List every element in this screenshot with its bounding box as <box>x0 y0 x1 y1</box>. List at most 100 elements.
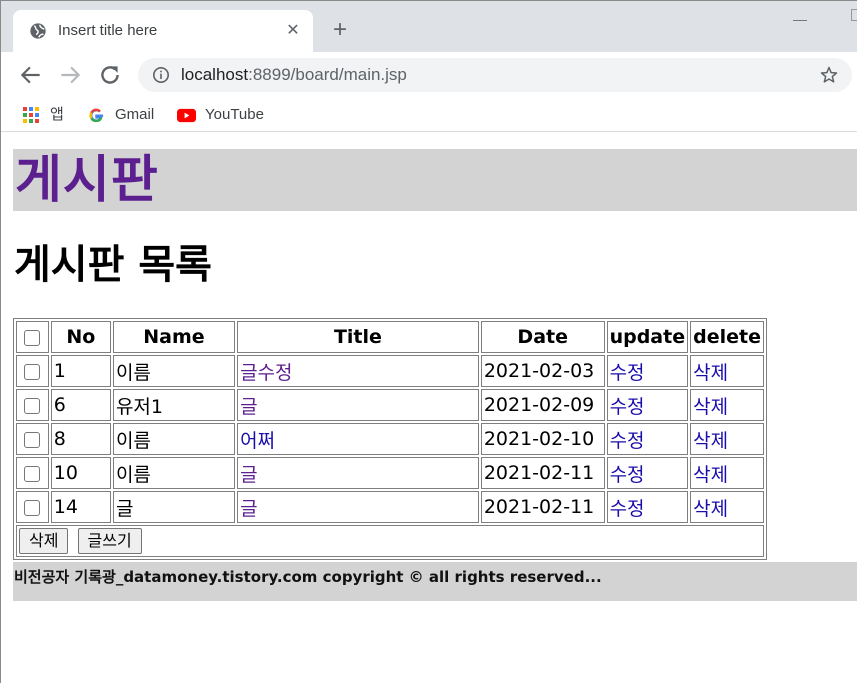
bookmark-gmail[interactable]: Gmail <box>88 105 163 125</box>
post-date: 2021-02-11 <box>480 457 605 489</box>
url-text[interactable]: localhost:8899/board/main.jsp <box>181 65 407 85</box>
actions-row: 삭제 글쓰기 <box>16 525 764 557</box>
table-row: 14 글 글 2021-02-11 수정 삭제 <box>16 491 764 523</box>
post-no: 10 <box>50 457 111 489</box>
url-path: :8899/board/main.jsp <box>248 65 407 84</box>
delete-cell: 삭제 <box>690 491 764 523</box>
close-tab-icon[interactable]: ✕ <box>285 22 301 38</box>
table-header-row: No Name Title Date update delete <box>16 321 764 353</box>
delete-link[interactable]: 삭제 <box>693 362 728 384</box>
browser-toolbar: localhost:8899/board/main.jsp <box>1 52 857 98</box>
row-select-cell <box>16 355 49 387</box>
post-date: 2021-02-10 <box>480 423 605 455</box>
bookmark-apps[interactable]: 앱 <box>23 105 68 125</box>
post-no: 14 <box>50 491 111 523</box>
site-header: 게시판 <box>13 149 857 211</box>
table-row: 6 유저1 글 2021-02-09 수정 삭제 <box>16 389 764 421</box>
post-title-cell: 글 <box>237 389 479 421</box>
column-header: Date <box>480 321 605 353</box>
new-tab-plus-icon[interactable]: + <box>329 18 351 42</box>
bookmark-star-icon[interactable] <box>819 65 839 85</box>
footer-text: 비전공자 기록광_datamoney.tistory.com copyright… <box>14 568 602 586</box>
table-row: 10 이름 글 2021-02-11 수정 삭제 <box>16 457 764 489</box>
post-title-link[interactable]: 글 <box>240 396 257 418</box>
row-checkbox[interactable] <box>24 499 40 516</box>
post-title-link[interactable]: 글 <box>240 464 257 486</box>
update-link[interactable]: 수정 <box>610 464 645 486</box>
apps-grid-icon <box>23 107 39 123</box>
delete-link[interactable]: 삭제 <box>693 498 728 520</box>
site-title: 게시판 <box>15 151 159 210</box>
delete-cell: 삭제 <box>690 355 764 387</box>
column-header: update <box>606 321 689 353</box>
update-link[interactable]: 수정 <box>610 430 645 452</box>
post-name: 유저1 <box>112 389 236 421</box>
post-title-link[interactable]: 글수정 <box>240 362 292 384</box>
post-title-cell: 글수정 <box>237 355 479 387</box>
post-name: 이름 <box>112 457 236 489</box>
actions-cell: 삭제 글쓰기 <box>16 525 764 557</box>
column-header: Name <box>112 321 236 353</box>
delete-link[interactable]: 삭제 <box>693 464 728 486</box>
delete-cell: 삭제 <box>690 389 764 421</box>
post-no: 1 <box>50 355 111 387</box>
board-table: No Name Title Date update delete 1 이름 글수… <box>13 318 767 560</box>
tab-strip: Insert title here ✕ + <box>1 0 857 53</box>
delete-link[interactable]: 삭제 <box>693 396 728 418</box>
update-cell: 수정 <box>606 423 689 455</box>
write-post-button[interactable]: 글쓰기 <box>77 528 142 554</box>
post-no: 8 <box>50 423 111 455</box>
row-checkbox[interactable] <box>24 363 40 380</box>
update-cell: 수정 <box>606 355 689 387</box>
forward-arrow-icon[interactable] <box>57 62 83 88</box>
update-cell: 수정 <box>606 457 689 489</box>
post-title-cell: 어쩌 <box>237 423 479 455</box>
column-header: No <box>50 321 111 353</box>
row-checkbox[interactable] <box>24 397 40 414</box>
update-cell: 수정 <box>606 491 689 523</box>
bookmark-label: YouTube <box>205 106 264 123</box>
reload-icon[interactable] <box>97 62 123 88</box>
update-link[interactable]: 수정 <box>610 362 645 384</box>
update-link[interactable]: 수정 <box>610 498 645 520</box>
select-all-checkbox[interactable] <box>24 329 41 346</box>
row-select-cell <box>16 389 49 421</box>
google-g-icon <box>89 108 104 123</box>
post-title-cell: 글 <box>237 491 479 523</box>
post-name: 이름 <box>112 355 236 387</box>
table-row: 1 이름 글수정 2021-02-03 수정 삭제 <box>16 355 764 387</box>
url-host: localhost <box>181 65 249 84</box>
post-date: 2021-02-03 <box>480 355 605 387</box>
column-header: delete <box>690 321 764 353</box>
post-title-link[interactable]: 글 <box>240 498 257 520</box>
post-name: 글 <box>112 491 236 523</box>
delete-cell: 삭제 <box>690 423 764 455</box>
column-header: Title <box>237 321 479 353</box>
info-icon[interactable] <box>152 66 170 84</box>
select-all-cell <box>16 321 49 353</box>
tab-title: Insert title here <box>58 22 158 39</box>
delete-cell: 삭제 <box>690 457 764 489</box>
maximize-window-icon[interactable] <box>851 9 857 21</box>
table-row: 8 이름 어쩌 2021-02-10 수정 삭제 <box>16 423 764 455</box>
post-title-cell: 글 <box>237 457 479 489</box>
site-footer: 비전공자 기록광_datamoney.tistory.com copyright… <box>13 562 857 601</box>
minimize-window-icon[interactable] <box>793 9 807 21</box>
browser-tab[interactable]: Insert title here ✕ <box>13 10 313 53</box>
bookmark-youtube[interactable]: YouTube <box>177 105 272 125</box>
post-title-link[interactable]: 어쩌 <box>240 430 275 452</box>
delete-selected-button[interactable]: 삭제 <box>19 528 69 554</box>
update-link[interactable]: 수정 <box>610 396 645 418</box>
post-date: 2021-02-11 <box>480 491 605 523</box>
bookmarks-bar: 앱 Gmail YouTube <box>1 98 857 132</box>
youtube-icon <box>177 108 196 123</box>
row-checkbox[interactable] <box>24 465 40 482</box>
row-select-cell <box>16 491 49 523</box>
address-bar[interactable]: localhost:8899/board/main.jsp <box>138 58 852 92</box>
back-arrow-icon[interactable] <box>18 62 44 88</box>
post-name: 이름 <box>112 423 236 455</box>
row-checkbox[interactable] <box>24 431 40 448</box>
delete-link[interactable]: 삭제 <box>693 430 728 452</box>
bookmark-label: Gmail <box>115 106 155 123</box>
row-select-cell <box>16 423 49 455</box>
